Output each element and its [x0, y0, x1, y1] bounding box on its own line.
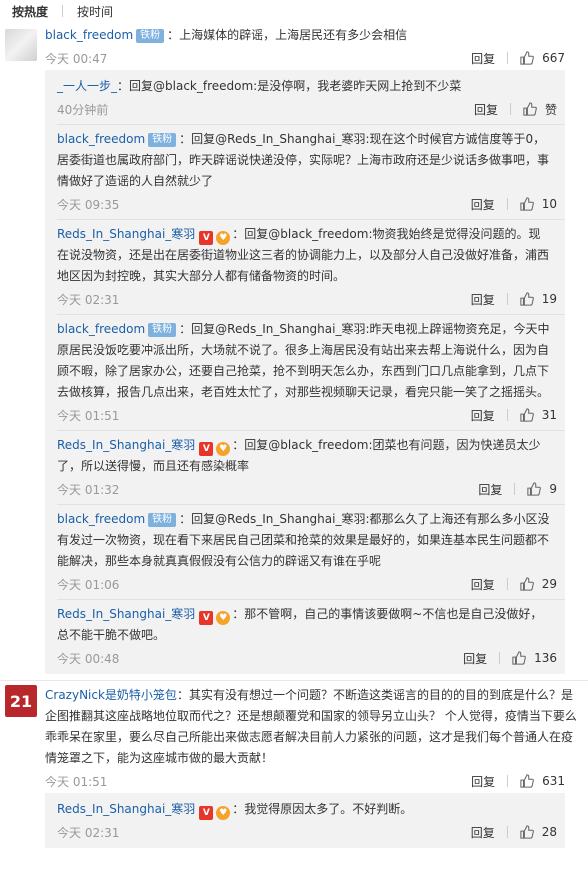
username-link[interactable]: black_freedom — [57, 512, 145, 526]
sort-bar: 按热度 按时间 — [0, 0, 588, 22]
like-button[interactable]: 10 — [520, 197, 557, 211]
username-link[interactable]: Reds_In_Shanghai_寒羽 — [57, 438, 195, 452]
reply-body: ：回复@black_freedom:是没停啊，我老婆昨天网上抢到不少菜 — [117, 79, 462, 93]
comment-meta: 今天 00:47 回复 667 — [45, 46, 588, 70]
comment-text: CrazyNick是奶特小笼包：其实有没有想过一个问题？不断造这类谣言的目的的目… — [45, 685, 588, 769]
username-link[interactable]: CrazyNick是奶特小笼包 — [45, 688, 177, 702]
sort-by-hot-tab[interactable]: 按热度 — [6, 3, 54, 20]
avatar-text: 21 — [9, 691, 33, 711]
like-button[interactable]: 19 — [520, 292, 557, 306]
reply-body: ：我觉得原因太多了。不好判断。 — [232, 802, 413, 816]
timestamp: 今天 01:51 — [45, 774, 108, 789]
fan-badge: 铁粉 — [148, 133, 177, 147]
thumbs-up-icon — [520, 408, 534, 422]
verified-badge: V — [199, 611, 214, 625]
like-count: 136 — [534, 651, 557, 665]
username-link[interactable]: Reds_In_Shanghai_寒羽 — [57, 802, 195, 816]
reply-item: Reds_In_Shanghai_寒羽 V ♥ ：回复@black_freedom:团… — [57, 435, 565, 501]
thumbs-up-icon — [520, 774, 534, 788]
thumbs-up-icon — [527, 482, 542, 496]
reply-button[interactable]: 回复 — [474, 101, 498, 118]
comment-body: ：上海媒体的辟谣，上海居民还有多少会相信 — [167, 28, 408, 42]
vip-badge-icon: ♥ — [216, 442, 231, 456]
thumbs-up-icon — [520, 577, 534, 591]
reply-item: black_freedom 铁粉 ：回复@Reds_In_Shanghai_寒羽:现… — [57, 129, 565, 216]
timestamp: 今天 00:47 — [45, 51, 108, 66]
like-button[interactable]: 28 — [520, 825, 557, 839]
reply-button[interactable]: 回复 — [471, 824, 495, 841]
reply-button[interactable]: 回复 — [463, 650, 487, 667]
like-count: 19 — [541, 292, 557, 306]
username-link[interactable]: black_freedom — [57, 132, 145, 146]
sort-by-time-tab[interactable]: 按时间 — [71, 3, 119, 20]
like-count: 赞 — [544, 102, 557, 117]
reply-button[interactable]: 回复 — [471, 196, 495, 213]
reply-item: _一人一步_：回复@black_freedom:是没停啊，我老婆昨天网上抢到不少… — [57, 76, 565, 121]
fan-badge: 铁粉 — [148, 323, 177, 337]
like-button[interactable]: 赞 — [523, 101, 557, 118]
comment-text: black_freedom 铁粉 ：上海媒体的辟谣，上海居民还有多少会相信 — [45, 25, 588, 46]
timestamp: 40分钟前 — [57, 102, 109, 117]
timestamp: 今天 09:35 — [57, 197, 120, 212]
like-button[interactable]: 29 — [520, 577, 557, 591]
timestamp: 今天 00:48 — [57, 651, 120, 666]
username-link[interactable]: Reds_In_Shanghai_寒羽 — [57, 227, 195, 241]
vip-badge-icon: ♥ — [216, 231, 231, 245]
reply-button[interactable]: 回复 — [478, 481, 502, 498]
like-count: 9 — [549, 482, 557, 496]
verified-badge: V — [199, 806, 214, 820]
timestamp: 今天 02:31 — [57, 292, 120, 307]
reply-button[interactable]: 回复 — [471, 50, 495, 67]
timestamp: 今天 01:51 — [57, 408, 120, 423]
reply-button[interactable]: 回复 — [471, 291, 495, 308]
like-count: 29 — [541, 577, 557, 591]
timestamp: 今天 01:32 — [57, 482, 120, 497]
reply-list: _一人一步_：回复@black_freedom:是没停啊，我老婆昨天网上抢到不少… — [45, 70, 565, 674]
sort-divider — [62, 5, 64, 17]
like-count: 31 — [541, 408, 557, 422]
like-button[interactable]: 631 — [520, 774, 565, 788]
like-button[interactable]: 136 — [512, 651, 557, 665]
timestamp: 今天 01:06 — [57, 577, 120, 592]
reply-item: Reds_In_Shanghai_寒羽 V ♥ ：我觉得原因太多了。不好判断。 今天 … — [57, 799, 565, 844]
thumbs-up-icon — [520, 197, 534, 211]
comment-item: 21 CrazyNick是奶特小笼包：其实有没有想过一个问题？不断造这类谣言的目… — [0, 680, 588, 848]
thumbs-up-icon — [512, 651, 526, 665]
vip-badge-icon: ♥ — [216, 611, 231, 625]
reply-item: Reds_In_Shanghai_寒羽 V ♥ ：那不管啊，自己的事情该要做啊~不信也… — [57, 604, 565, 670]
comment-item: black_freedom 铁粉 ：上海媒体的辟谣，上海居民还有多少会相信 今天 0… — [0, 25, 588, 674]
reply-list: Reds_In_Shanghai_寒羽 V ♥ ：我觉得原因太多了。不好判断。 今天 … — [45, 793, 565, 848]
thumbs-up-icon — [520, 292, 534, 306]
reply-button[interactable]: 回复 — [471, 576, 495, 593]
thumbs-up-icon — [520, 825, 534, 839]
reply-button[interactable]: 回复 — [471, 407, 495, 424]
like-count: 631 — [542, 774, 565, 788]
like-button[interactable]: 667 — [520, 51, 565, 65]
reply-item: black_freedom 铁粉 ：回复@Reds_In_Shanghai_寒羽:昨… — [57, 319, 565, 427]
like-count: 667 — [542, 51, 565, 65]
thumbs-up-icon — [523, 102, 537, 116]
like-button[interactable]: 31 — [520, 408, 557, 422]
thumbs-up-icon — [520, 51, 534, 65]
like-count: 10 — [541, 197, 557, 211]
like-button[interactable]: 9 — [527, 482, 557, 496]
reply-item: Reds_In_Shanghai_寒羽 V ♥ ：回复@black_freedom:物… — [57, 224, 565, 311]
reply-button[interactable]: 回复 — [471, 773, 495, 790]
username-link[interactable]: Reds_In_Shanghai_寒羽 — [57, 607, 195, 621]
username-link[interactable]: black_freedom — [57, 322, 145, 336]
verified-badge: V — [199, 231, 214, 245]
fan-badge: 铁粉 — [136, 29, 165, 43]
reply-item: black_freedom 铁粉 ：回复@Reds_In_Shanghai_寒羽:都… — [57, 509, 565, 596]
comment-meta: 今天 01:51 回复 631 — [45, 769, 588, 793]
username-link[interactable]: black_freedom — [45, 28, 133, 42]
avatar[interactable] — [5, 29, 37, 61]
vip-badge-icon: ♥ — [216, 806, 231, 820]
like-count: 28 — [541, 825, 557, 839]
username-link[interactable]: _一人一步_ — [57, 79, 117, 93]
avatar[interactable]: 21 — [5, 685, 37, 717]
timestamp: 今天 02:31 — [57, 825, 120, 840]
fan-badge: 铁粉 — [148, 513, 177, 527]
verified-badge: V — [199, 442, 214, 456]
